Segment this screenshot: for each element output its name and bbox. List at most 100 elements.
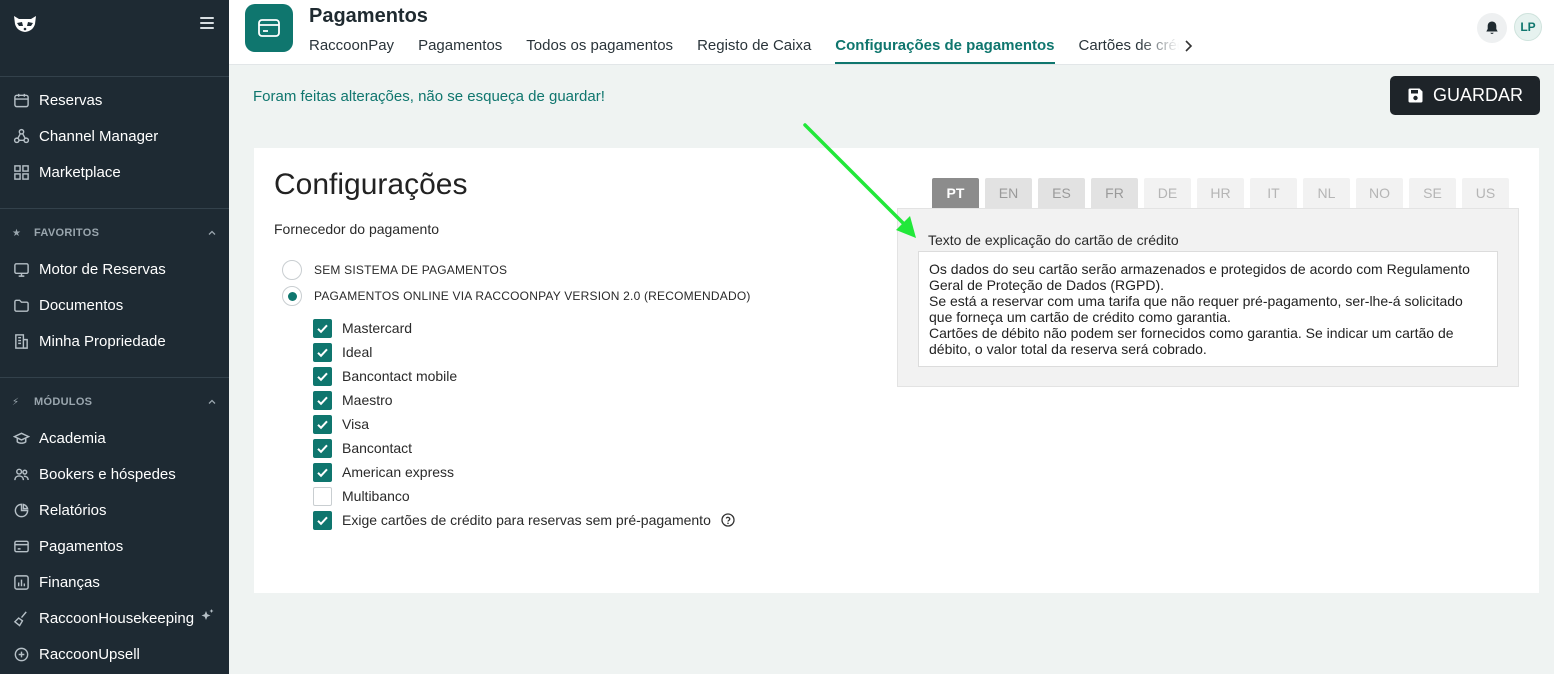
- chevron-up-icon: [208, 230, 216, 235]
- checkbox-checked[interactable]: [313, 438, 332, 458]
- checkmark-icon: [317, 468, 328, 477]
- checkmark-icon: [317, 396, 328, 405]
- lang-tab-es[interactable]: ES: [1038, 178, 1085, 208]
- checkbox-checked[interactable]: [313, 510, 332, 530]
- sidebar: Reservas Channel Manager Marketplace ★ F…: [0, 0, 229, 674]
- bell-icon: [1486, 21, 1498, 35]
- checkbox-bancontact[interactable]: Bancontact: [313, 438, 412, 458]
- checkbox-unchecked[interactable]: [313, 486, 332, 506]
- sidebar-item-channel-manager[interactable]: Channel Manager: [12, 124, 158, 148]
- sidebar-item-raccoonupsell[interactable]: RaccoonUpsell: [12, 642, 140, 666]
- payment-provider-label: Fornecedor do pagamento: [274, 221, 439, 237]
- credit-card-explanation-textarea[interactable]: Os dados do seu cartão serão armazenados…: [918, 251, 1498, 367]
- radio-label: PAGAMENTOS ONLINE VIA RACCOONPAY VERSION…: [314, 289, 751, 303]
- sparkle-icon: [201, 609, 214, 620]
- checkbox-checked[interactable]: [313, 462, 332, 482]
- sidebar-item-label: Marketplace: [39, 163, 121, 181]
- sidebar-item-pagamentos[interactable]: Pagamentos: [12, 534, 123, 558]
- checkbox-require-credit-card[interactable]: Exige cartões de crédito para reservas s…: [313, 510, 735, 530]
- sidebar-item-reservas[interactable]: Reservas: [12, 88, 102, 112]
- sidebar-item-marketplace[interactable]: Marketplace: [12, 160, 121, 184]
- sidebar-divider: [0, 377, 229, 378]
- sidebar-item-raccoonhousekeeping[interactable]: RaccoonHousekeeping: [12, 606, 194, 630]
- sidebar-item-academia[interactable]: Academia: [12, 426, 106, 450]
- graduation-icon: [12, 429, 30, 447]
- checkbox-label: Mastercard: [342, 320, 413, 336]
- grid-icon: [12, 163, 30, 181]
- folder-icon: [12, 296, 30, 314]
- calendar-icon: [12, 91, 30, 109]
- tab-registo-de-caixa[interactable]: Registo de Caixa: [697, 37, 811, 65]
- pie-chart-icon: [12, 501, 30, 519]
- radio-button-selected[interactable]: [282, 286, 302, 306]
- sidebar-item-motor-de-reservas[interactable]: Motor de Reservas: [12, 257, 166, 281]
- payments-app-icon: [245, 4, 293, 52]
- checkbox-checked[interactable]: [313, 390, 332, 410]
- radio-label: SEM SISTEMA DE PAGAMENTOS: [314, 263, 508, 277]
- lang-tab-us[interactable]: US: [1462, 178, 1509, 208]
- checkbox-mastercard[interactable]: Mastercard: [313, 318, 412, 338]
- user-avatar[interactable]: LP: [1514, 13, 1542, 41]
- sidebar-item-relatorios[interactable]: Relatórios: [12, 498, 107, 522]
- tab-pagamentos[interactable]: Pagamentos: [418, 37, 502, 65]
- lang-tab-fr[interactable]: FR: [1091, 178, 1138, 208]
- save-button[interactable]: GUARDAR: [1390, 76, 1540, 115]
- lang-tab-hr[interactable]: HR: [1197, 178, 1244, 208]
- sidebar-item-label: Motor de Reservas: [39, 260, 166, 278]
- section-title: MÓDULOS: [34, 396, 93, 408]
- checkbox-multibanco[interactable]: Multibanco: [313, 486, 410, 506]
- checkbox-checked[interactable]: [313, 342, 332, 362]
- radio-no-payment-system[interactable]: SEM SISTEMA DE PAGAMENTOS: [282, 260, 507, 280]
- share-icon: [12, 127, 30, 145]
- lang-tab-de[interactable]: DE: [1144, 178, 1191, 208]
- sidebar-item-label: Finanças: [39, 573, 100, 591]
- tab-cartoes-de-credito[interactable]: Cartões de crédito: [1079, 37, 1179, 65]
- sidebar-item-financas[interactable]: Finanças: [12, 570, 100, 594]
- checkbox-bancontact-mobile[interactable]: Bancontact mobile: [313, 366, 457, 386]
- sidebar-divider: [0, 76, 229, 77]
- sidebar-item-bookers-e-hospedes[interactable]: Bookers e hóspedes: [12, 462, 176, 486]
- help-circle-icon[interactable]: [721, 513, 735, 527]
- notifications-button[interactable]: [1477, 13, 1507, 43]
- unsaved-changes-message: Foram feitas alterações, não se esqueça …: [253, 88, 605, 105]
- checkbox-checked[interactable]: [313, 318, 332, 338]
- checkbox-visa[interactable]: Visa: [313, 414, 369, 434]
- menu-toggle-icon[interactable]: [200, 17, 214, 29]
- sidebar-divider: [0, 208, 229, 209]
- lang-tab-pt[interactable]: PT: [932, 178, 979, 208]
- annotation-arrow: [803, 123, 916, 238]
- checkbox-checked[interactable]: [313, 366, 332, 386]
- raccoon-logo-icon[interactable]: [12, 14, 38, 34]
- lang-tab-it[interactable]: IT: [1250, 178, 1297, 208]
- checkmark-icon: [317, 324, 328, 333]
- lang-tab-se[interactable]: SE: [1409, 178, 1456, 208]
- building-icon: [12, 332, 30, 350]
- sidebar-item-label: Relatórios: [39, 501, 107, 519]
- lang-tab-no[interactable]: NO: [1356, 178, 1403, 208]
- lang-tab-nl[interactable]: NL: [1303, 178, 1350, 208]
- checkbox-checked[interactable]: [313, 414, 332, 434]
- tab-todos-os-pagamentos[interactable]: Todos os pagamentos: [526, 37, 673, 65]
- sidebar-item-minha-propriedade[interactable]: Minha Propriedade: [12, 329, 166, 353]
- sidebar-item-label: RaccoonUpsell: [39, 645, 140, 663]
- chevron-right-icon[interactable]: [1181, 38, 1195, 54]
- checkbox-american-express[interactable]: American express: [313, 462, 454, 482]
- sidebar-item-documentos[interactable]: Documentos: [12, 293, 123, 317]
- tab-configuracoes-de-pagamentos[interactable]: Configurações de pagamentos: [835, 37, 1055, 65]
- lang-tab-en[interactable]: EN: [985, 178, 1032, 208]
- checkbox-label: Multibanco: [342, 488, 410, 504]
- tab-raccoonpay[interactable]: RaccoonPay: [309, 37, 394, 65]
- radio-button[interactable]: [282, 260, 302, 280]
- lightning-icon: ⚡: [12, 396, 20, 408]
- favorites-section-header[interactable]: ★ FAVORITOS: [12, 226, 217, 240]
- checkbox-ideal[interactable]: Ideal: [313, 342, 372, 362]
- bar-chart-icon: [12, 573, 30, 591]
- floppy-disk-icon: [1408, 88, 1423, 103]
- radio-raccoonpay-online[interactable]: PAGAMENTOS ONLINE VIA RACCOONPAY VERSION…: [282, 286, 751, 306]
- checkbox-maestro[interactable]: Maestro: [313, 390, 393, 410]
- modules-section-header[interactable]: ⚡ MÓDULOS: [12, 395, 217, 409]
- sidebar-item-label: RaccoonHousekeeping: [39, 609, 195, 627]
- sidebar-item-label: Minha Propriedade: [39, 332, 166, 350]
- checkmark-icon: [317, 444, 328, 453]
- sidebar-item-label: Channel Manager: [39, 127, 159, 145]
